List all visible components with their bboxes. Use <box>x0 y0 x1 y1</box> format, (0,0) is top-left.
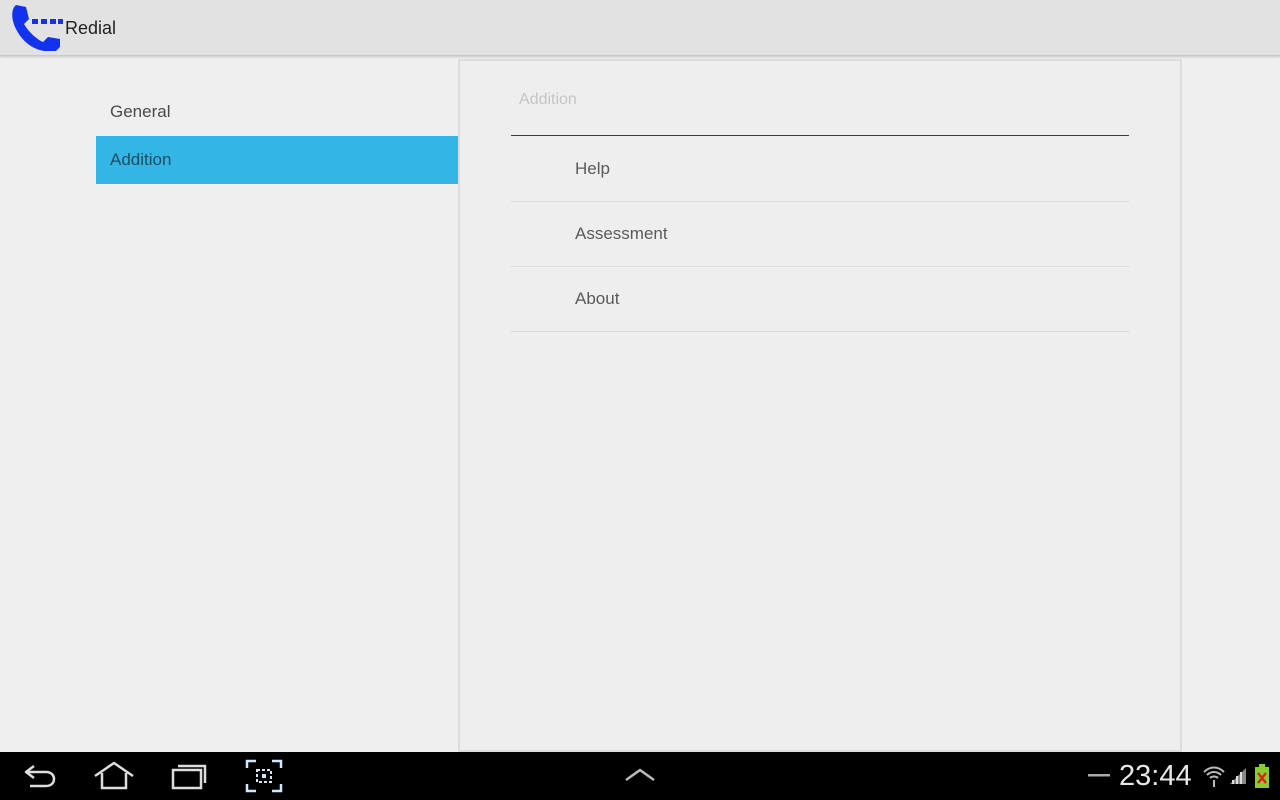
recent-apps-icon[interactable] <box>170 758 208 794</box>
screenshot-icon[interactable] <box>244 758 284 794</box>
minus-icon <box>1088 774 1110 777</box>
back-icon[interactable] <box>22 758 58 794</box>
header-item-addition[interactable]: Addition <box>96 136 459 184</box>
pref-item-assessment[interactable]: Assessment <box>511 202 1129 267</box>
category-divider <box>511 135 1129 136</box>
category-title: Addition <box>519 91 577 108</box>
preference-panel: Addition Help Assessment About <box>458 59 1182 752</box>
pref-item-help[interactable]: Help <box>511 137 1129 202</box>
pref-item-about[interactable]: About <box>511 267 1129 332</box>
clock: 23:44 <box>1119 760 1192 792</box>
home-icon[interactable] <box>92 758 136 794</box>
preference-list: Help Assessment About <box>511 137 1129 332</box>
signal-icon <box>1230 768 1246 784</box>
wifi-icon <box>1203 766 1225 787</box>
chevron-up-icon[interactable] <box>622 758 658 794</box>
header-item-general[interactable]: General <box>96 88 459 136</box>
app-title: Redial <box>65 18 117 38</box>
phone-redial-icon[interactable] <box>10 3 64 53</box>
settings-screen: Redial General Addition Addition Help As… <box>0 0 1280 800</box>
system-nav-bar: 23:44 <box>0 752 1280 800</box>
battery-icon <box>1255 764 1269 788</box>
action-bar: Redial <box>0 0 1280 56</box>
header-list: General Addition <box>96 88 459 184</box>
